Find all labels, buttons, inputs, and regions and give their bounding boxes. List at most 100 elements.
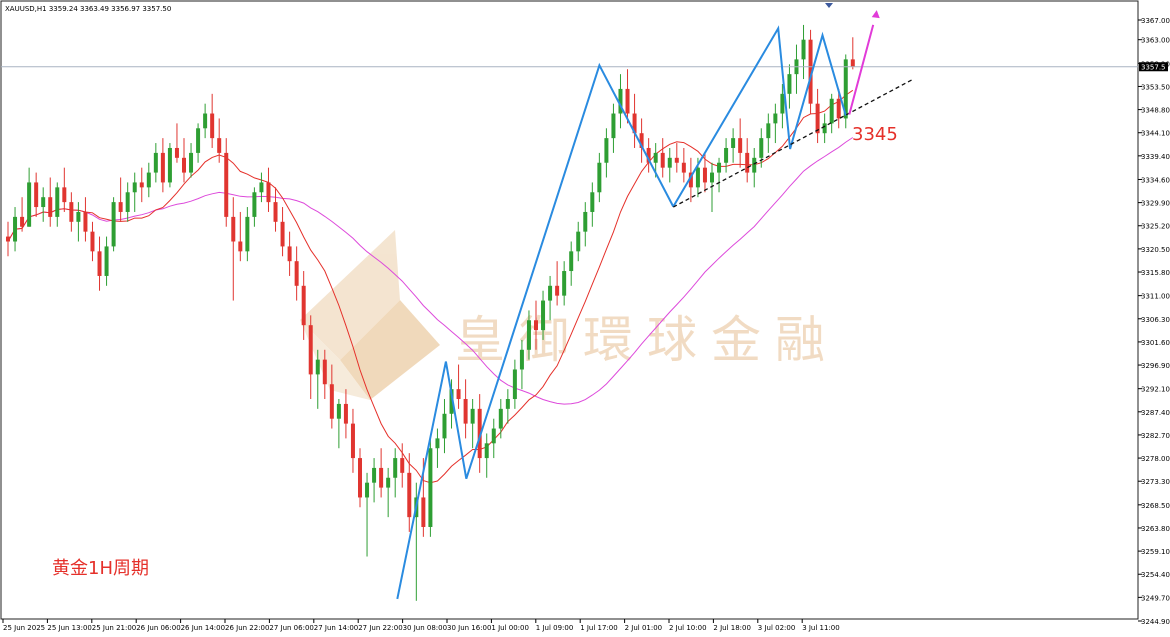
candle-body (111, 202, 116, 247)
candle-body (456, 389, 461, 400)
candle-body (343, 403, 348, 424)
candle-body (379, 467, 384, 488)
price-tick-label: 3363.00 (1141, 37, 1170, 45)
candle-body (350, 423, 355, 459)
candle-body (773, 113, 778, 124)
candle-body (104, 246, 109, 276)
time-tick-label: 1 Jul 09:00 (536, 624, 574, 632)
candle-body (569, 251, 574, 272)
candle-body (625, 88, 630, 114)
candle-body (336, 403, 341, 419)
candle-body (160, 152, 165, 183)
candle-body (850, 59, 855, 67)
candle-body (421, 497, 426, 527)
candle-body (153, 152, 158, 173)
candle-body (745, 152, 750, 173)
timeframe-caption: 黄金1H周期 (52, 558, 149, 579)
price-tick-label: 3273.30 (1141, 478, 1170, 486)
candle-body (562, 271, 567, 296)
candle-body (294, 261, 299, 286)
candle-body (710, 172, 714, 183)
price-tick-label: 3292.10 (1141, 386, 1170, 394)
price-tick-label: 3334.60 (1141, 176, 1170, 184)
candle-body (224, 152, 229, 217)
time-tick-label: 2 Jul 18:00 (713, 624, 751, 632)
candle-body (548, 285, 553, 301)
candle-body (428, 448, 433, 527)
candle-body (611, 113, 616, 139)
candle-body (238, 241, 243, 252)
time-tick-label: 27 Jun 22:00 (358, 624, 402, 632)
candle-body (132, 182, 137, 193)
candle-body (653, 152, 658, 163)
candle-body (759, 138, 764, 158)
time-tick-label: 1 Jul 17:00 (580, 624, 618, 632)
candle-body (62, 187, 67, 203)
candle-body (76, 211, 81, 222)
price-tick-label: 3254.40 (1141, 571, 1170, 579)
candle-body (386, 477, 391, 488)
time-tick-label: 2 Jul 10:00 (669, 624, 707, 632)
candle-body (583, 211, 588, 232)
candle-body (365, 482, 370, 498)
candle-body (724, 147, 729, 163)
candle-body (463, 399, 468, 424)
watermark-text: 皇御環球金融 (455, 311, 839, 369)
time-tick-label: 25 Jun 21:00 (92, 624, 136, 632)
candle-body (815, 103, 820, 134)
candle-body (836, 98, 841, 119)
candle-body (484, 443, 489, 459)
candle-body (505, 399, 510, 409)
time-tick-label: 27 Jun 06:00 (269, 624, 313, 632)
candle-body (273, 202, 278, 222)
price-tick-label: 3259.10 (1141, 548, 1170, 556)
candle-body (210, 113, 215, 139)
candle-body (590, 192, 595, 212)
candle-body (526, 320, 531, 350)
candle-body (315, 359, 320, 375)
candle-body (674, 157, 679, 163)
candle-body (470, 408, 475, 424)
time-tick-label: 25 Jun 13:00 (47, 624, 91, 632)
candle-body (541, 300, 546, 331)
price-tick-label: 3282.70 (1141, 432, 1170, 440)
time-tick-label: 1 Jul 00:00 (491, 624, 529, 632)
time-tick-label: 27 Jun 14:00 (314, 624, 358, 632)
candle-body (372, 467, 377, 483)
candle-body (766, 123, 771, 139)
candle-body (787, 74, 792, 94)
candle-body (780, 93, 785, 114)
price-tick-label: 3348.80 (1141, 107, 1170, 115)
candle-body (174, 147, 179, 158)
candle-body (189, 152, 194, 173)
candle-body (231, 216, 236, 242)
candle-body (829, 98, 834, 124)
candle-body (752, 157, 757, 173)
price-tick-label: 3320.50 (1141, 246, 1170, 254)
price-tick-label: 3306.30 (1141, 316, 1170, 324)
candle-body (512, 369, 517, 400)
price-tick-label: 3339.40 (1141, 153, 1170, 161)
candle-body (13, 216, 18, 242)
candle-body (308, 325, 313, 375)
time-tick-label: 30 Jun 16:00 (447, 624, 491, 632)
chart-header: XAUUSD,H1 3359.24 3363.49 3356.97 3357.5… (5, 5, 171, 13)
time-tick-label: 25 Jun 2025 (3, 624, 45, 632)
candle-body (400, 458, 405, 473)
price-tick-label: 3311.00 (1141, 293, 1170, 301)
candle-body (555, 285, 560, 296)
candle-body (822, 123, 827, 134)
price-tick-label: 3287.40 (1141, 409, 1170, 417)
candle-body (358, 458, 362, 498)
candle-body (280, 221, 285, 247)
candle-body (738, 138, 743, 153)
candle-body (442, 413, 447, 439)
time-tick-label: 3 Jul 11:00 (802, 624, 840, 632)
candle-body (48, 197, 53, 217)
candle-body (660, 152, 665, 168)
candle-body (69, 202, 74, 222)
candle-body (97, 251, 102, 276)
candle-body (695, 167, 700, 188)
price-tick-label: 3344.10 (1141, 130, 1170, 138)
price-chart[interactable]: 皇御環球金融 XAUUSD,H1 3359.24 3363.49 3356.97… (0, 0, 1170, 637)
